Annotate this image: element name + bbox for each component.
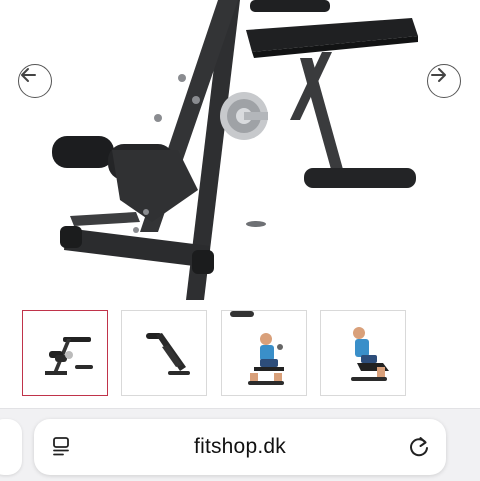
url-text[interactable]: fitshop.dk bbox=[34, 419, 446, 475]
thumbnail-1[interactable] bbox=[22, 310, 108, 396]
browser-bottom-bar: fitshop.dk bbox=[0, 408, 480, 481]
bench-front-view-thumbnail bbox=[45, 337, 93, 375]
bench-illustration bbox=[52, 0, 418, 300]
thumbnail-2[interactable] bbox=[121, 310, 207, 396]
bench-in-use-curl-thumbnail bbox=[230, 311, 284, 385]
previous-image-button[interactable] bbox=[18, 64, 52, 98]
reload-icon[interactable] bbox=[406, 434, 432, 460]
bench-in-use-extension-thumbnail bbox=[351, 327, 389, 381]
next-image-button[interactable] bbox=[427, 64, 461, 98]
bench-folded-view-thumbnail bbox=[146, 333, 190, 375]
previous-tab-preview[interactable] bbox=[0, 419, 22, 475]
arrow-left-icon bbox=[21, 68, 36, 82]
address-bar[interactable]: fitshop.dk bbox=[34, 419, 446, 475]
thumbnail-3[interactable] bbox=[221, 310, 307, 396]
thumbnail-strip bbox=[22, 310, 462, 398]
arrow-right-icon bbox=[431, 68, 446, 82]
thumbnail-4[interactable] bbox=[320, 310, 406, 396]
product-image[interactable] bbox=[0, 0, 480, 300]
